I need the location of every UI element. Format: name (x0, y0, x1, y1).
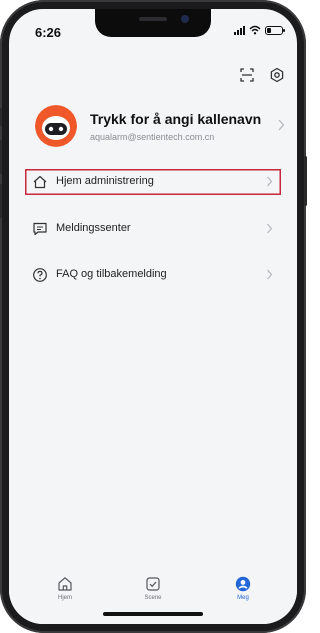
home-indicator (103, 612, 203, 616)
status-icons (234, 25, 285, 35)
front-camera (181, 15, 189, 23)
tab-hjem[interactable]: Hjem (35, 576, 95, 612)
tab-scene[interactable]: Scene (123, 576, 183, 612)
chevron-right-icon (267, 176, 273, 187)
app-screen: 6:26 Trykk for å angi kallenavn aqualarm… (9, 9, 297, 624)
tab-meg[interactable]: Meg (213, 576, 273, 612)
cellular-signal-icon (234, 25, 245, 35)
profile-icon (235, 576, 251, 592)
volume-up-button (0, 140, 2, 174)
mute-switch (0, 108, 2, 126)
home-icon (58, 577, 72, 591)
bottom-tab-bar: Hjem Scene Meg (9, 572, 297, 624)
account-email: aqualarm@sentientech.com.cn (90, 132, 215, 142)
volume-down-button (0, 184, 2, 218)
chevron-right-icon (267, 269, 273, 280)
menu-item-label: FAQ og tilbakemelding (56, 268, 167, 280)
robot-avatar-icon (35, 105, 77, 147)
settings-gear-icon[interactable] (269, 67, 285, 83)
profile-header[interactable]: Trykk for å angi kallenavn aqualarm@sent… (35, 103, 285, 153)
menu-item-label: Meldingssenter (56, 222, 131, 234)
nickname-prompt: Trykk for å angi kallenavn (90, 111, 262, 127)
power-button (304, 156, 307, 206)
chevron-right-icon (267, 223, 273, 234)
wifi-icon (249, 25, 261, 35)
chevron-right-icon (278, 119, 285, 131)
earpiece (139, 17, 167, 21)
menu-item-faq-feedback[interactable]: FAQ og tilbakemelding (25, 262, 281, 288)
top-actions (239, 67, 285, 83)
battery-icon (265, 25, 285, 35)
battery-level (267, 27, 272, 33)
help-icon (33, 268, 47, 282)
status-time: 6:26 (35, 25, 62, 40)
phone-frame: 6:26 Trykk for å angi kallenavn aqualarm… (0, 0, 307, 633)
message-icon (33, 222, 47, 236)
menu-item-label: Hjem administrering (56, 175, 154, 187)
tab-label: Hjem (57, 595, 72, 601)
scan-icon[interactable] (239, 67, 255, 83)
menu-item-message-center[interactable]: Meldingssenter (25, 216, 281, 242)
menu-item-home-management[interactable]: Hjem administrering (25, 169, 281, 195)
notch (95, 9, 211, 37)
tab-label: Scene (144, 595, 162, 601)
tab-label: Meg (237, 595, 249, 601)
home-icon (33, 175, 47, 189)
scene-icon (146, 577, 160, 591)
